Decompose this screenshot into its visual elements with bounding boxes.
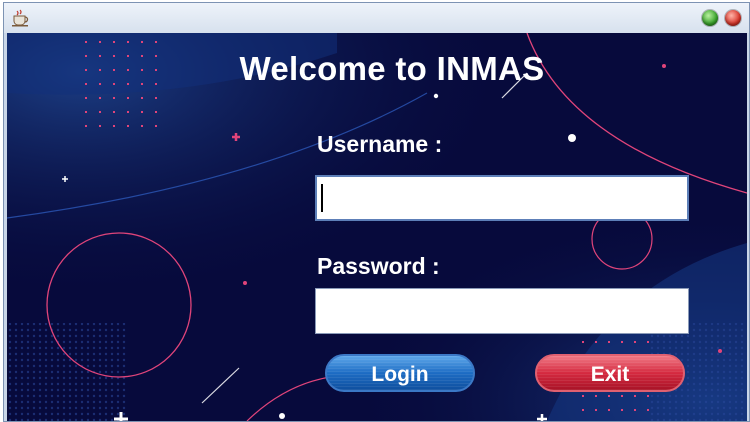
username-label: Username : bbox=[317, 131, 443, 157]
password-field[interactable] bbox=[315, 288, 689, 334]
java-cup-icon bbox=[12, 9, 29, 27]
title-bar[interactable] bbox=[4, 3, 749, 33]
login-panel: Welcome to INMAS Username : Password : L… bbox=[7, 33, 747, 421]
login-button[interactable]: Login bbox=[325, 354, 475, 392]
text-caret bbox=[321, 184, 323, 212]
login-window: Welcome to INMAS Username : Password : L… bbox=[3, 2, 750, 422]
minimize-icon[interactable] bbox=[702, 10, 718, 26]
exit-button[interactable]: Exit bbox=[535, 354, 685, 392]
password-label: Password : bbox=[317, 253, 440, 279]
close-icon[interactable] bbox=[725, 10, 741, 26]
username-field[interactable] bbox=[315, 175, 689, 221]
page-title: Welcome to INMAS bbox=[239, 50, 545, 87]
